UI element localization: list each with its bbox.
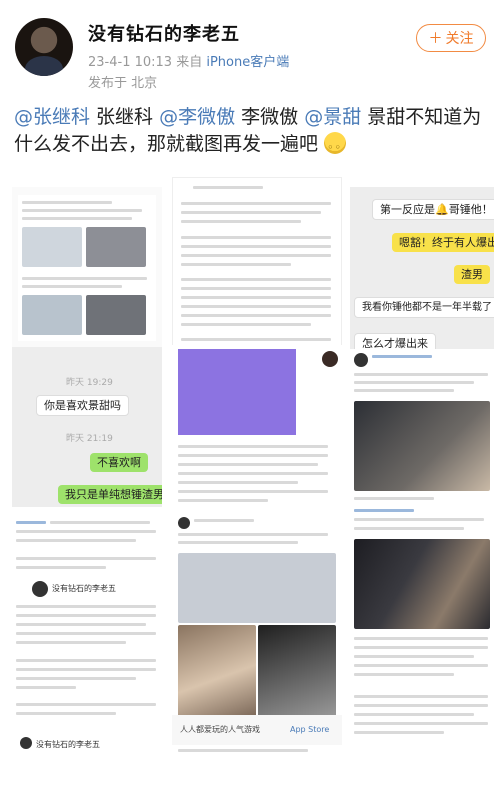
grid-image-4[interactable]: 昨天 19:29 你是喜欢景甜吗 昨天 21:19 不喜欢啊 我只是单纯想锤渣男 <box>12 347 162 507</box>
app-banner[interactable]: 人人都爱玩的人气游戏 App Store <box>172 715 342 745</box>
source-client[interactable]: iPhone客户端 <box>206 55 289 70</box>
follow-label: 关注 <box>445 31 474 47</box>
username[interactable]: 没有钻石的李老五 <box>88 20 240 46</box>
chat-bubble: 第一反应是🔔哥锤他！ <box>372 199 494 220</box>
grid-image-3[interactable]: 第一反应是🔔哥锤他！ 嗯豁！终于有人爆出来 渣男 我看你锤他都不是一年半载了 怎… <box>350 187 494 355</box>
app-store-label: App Store <box>290 725 330 734</box>
post-content: @张继科 张继科 @李微傲 李微傲 @景甜 景甜不知道为什么发不出去，那就截图再… <box>14 104 492 161</box>
chat-bubble: 嗯豁！终于有人爆出来 <box>392 233 494 252</box>
chat-time: 昨天 21:19 <box>66 434 113 444</box>
source-prefix: 来自 <box>176 55 203 70</box>
avatar[interactable] <box>15 18 73 76</box>
grid-image-11[interactable] <box>350 689 494 753</box>
mention-link[interactable]: @张继科 <box>14 106 90 128</box>
mention-link[interactable]: @李微傲 <box>159 106 235 128</box>
grid-image-9[interactable] <box>350 505 494 685</box>
post-date: 23-4-1 10:13 <box>88 55 173 70</box>
grid-image-8[interactable] <box>172 513 342 803</box>
post-header: 没有钻石的李老五 23-4-1 10:13 来自 iPhone客户端 发布于 北… <box>0 0 503 100</box>
feed-username: 没有钻石的李老五 <box>52 584 116 593</box>
post-text: 张继科 <box>90 106 160 128</box>
image-grid: 第一反应是🔔哥锤他！ 嗯豁！终于有人爆出来 渣男 我看你锤他都不是一年半载了 怎… <box>12 177 494 803</box>
chat-bubble: 我只是单纯想锤渣男 <box>58 485 162 504</box>
plus-icon: ＋ <box>428 31 443 47</box>
grid-image-5[interactable] <box>172 345 342 517</box>
chat-bubble: 渣男 <box>454 265 490 284</box>
grid-image-10[interactable]: 没有钻石的李老五 没有钻石的李老五 <box>12 573 162 753</box>
chat-bubble: 我看你锤他都不是一年半载了 <box>354 297 494 318</box>
post-text: 李微傲 <box>235 106 305 128</box>
app-banner-title: 人人都爱玩的人气游戏 <box>180 725 260 734</box>
feed-username: 没有钻石的李老五 <box>36 740 100 749</box>
sweat-emoji-icon <box>324 132 347 161</box>
post-location: 发布于 北京 <box>88 76 158 91</box>
grid-image-1[interactable] <box>12 187 162 347</box>
follow-button[interactable]: ＋ 关注 <box>416 24 486 52</box>
chat-time: 昨天 19:29 <box>66 378 113 388</box>
chat-bubble: 不喜欢啊 <box>90 453 148 472</box>
post-meta: 23-4-1 10:13 来自 iPhone客户端 <box>88 51 289 70</box>
grid-image-2[interactable] <box>172 177 342 357</box>
mention-link[interactable]: @景甜 <box>304 106 361 128</box>
chat-bubble: 你是喜欢景甜吗 <box>36 395 129 416</box>
grid-image-6[interactable] <box>350 349 494 509</box>
